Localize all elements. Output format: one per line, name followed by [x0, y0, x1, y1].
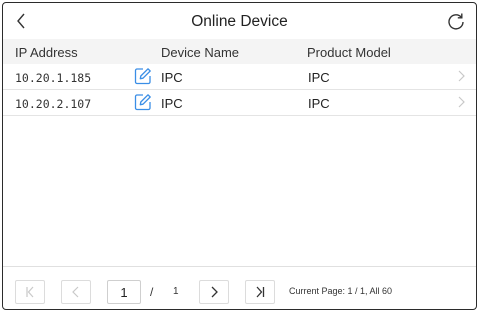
next-page-icon: [211, 286, 218, 298]
back-button[interactable]: [11, 10, 31, 32]
title-bar: Online Device: [3, 3, 476, 39]
prev-page-icon: [72, 286, 79, 298]
prev-page-button[interactable]: [61, 280, 91, 304]
first-page-button[interactable]: [15, 280, 45, 304]
next-page-button[interactable]: [199, 280, 229, 304]
page-title: Online Device: [191, 13, 288, 30]
refresh-icon: [448, 13, 464, 30]
ip-address-cell: 10.20.2.107: [15, 97, 92, 111]
first-page-icon: [26, 286, 34, 298]
chevron-right-icon: [458, 70, 465, 82]
device-name-cell: IPC: [161, 96, 183, 111]
online-device-panel: Online Device IP Address Device Name Pro…: [2, 2, 477, 310]
table-header: IP Address Device Name Product Model: [3, 39, 476, 64]
page-separator: /: [150, 285, 154, 299]
refresh-button[interactable]: [444, 9, 468, 33]
column-header-device-name: Device Name: [161, 45, 240, 60]
page-info-text: Current Page: 1 / 1, All 60: [289, 286, 393, 296]
edit-pencil-icon: [134, 68, 151, 85]
page-number-input[interactable]: [107, 280, 141, 304]
chevron-right-icon: [458, 96, 465, 108]
edit-name-button[interactable]: [133, 66, 153, 86]
total-pages: 1: [173, 286, 179, 297]
table-row[interactable]: 10.20.2.107 IPC IPC: [3, 90, 476, 116]
chevron-left-icon: [17, 13, 25, 29]
device-name-cell: IPC: [161, 70, 183, 85]
table-row[interactable]: 10.20.1.185 IPC IPC: [3, 64, 476, 90]
product-model-cell: IPC: [308, 96, 330, 111]
column-header-ip: IP Address: [15, 45, 78, 60]
last-page-button[interactable]: [245, 280, 275, 304]
ip-address-cell: 10.20.1.185: [15, 71, 92, 85]
column-header-product-model: Product Model: [307, 45, 391, 60]
last-page-icon: [256, 286, 265, 298]
product-model-cell: IPC: [308, 70, 330, 85]
edit-name-button[interactable]: [133, 92, 153, 112]
edit-pencil-icon: [134, 94, 151, 111]
pagination-bar: / 1 Current Page: 1 / 1, All 60: [3, 266, 476, 309]
